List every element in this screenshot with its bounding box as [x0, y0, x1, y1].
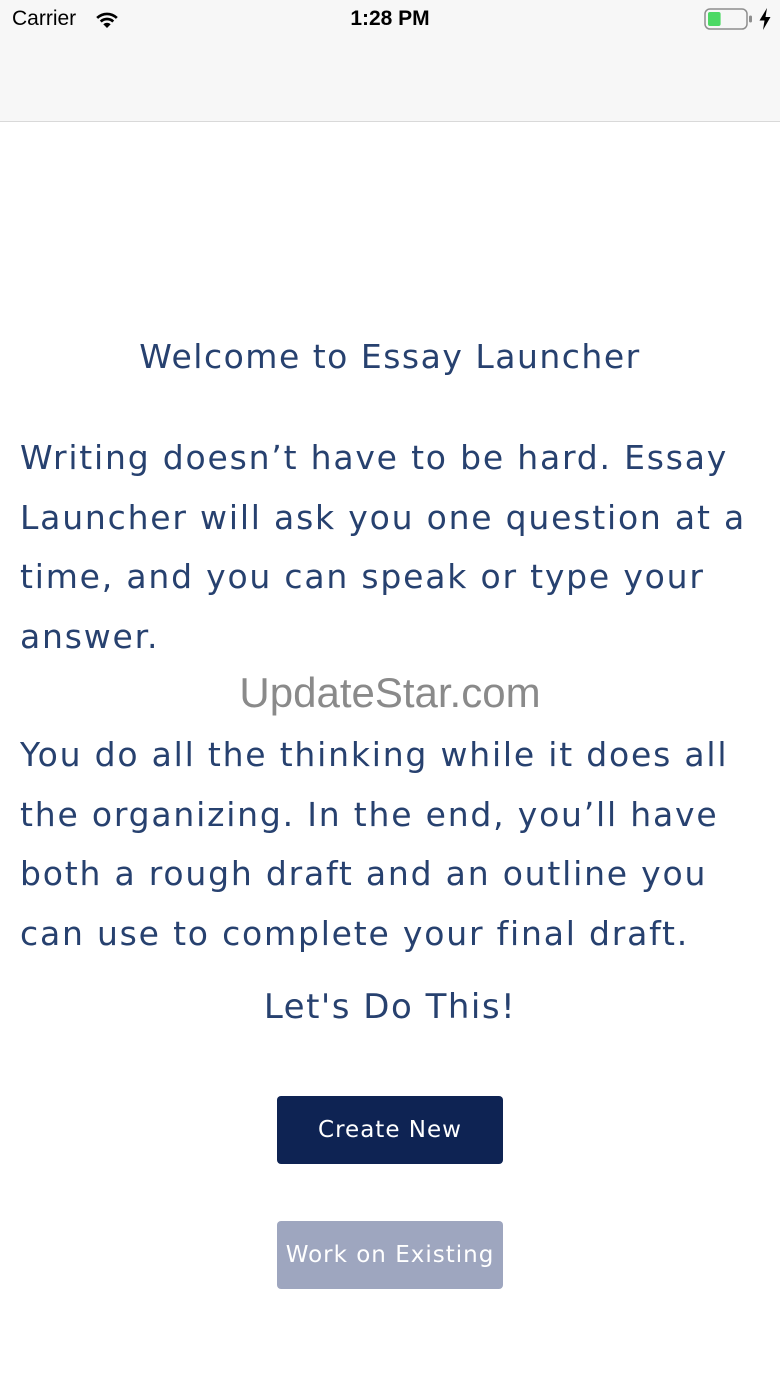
status-time: 1:28 PM: [350, 7, 430, 30]
create-new-button[interactable]: Create New: [277, 1096, 503, 1164]
description-paragraph: You do all the thinking while it does al…: [20, 735, 729, 953]
status-bar: Carrier 1:28 PM: [0, 0, 780, 40]
call-to-action-text: Let's Do This!: [263, 987, 517, 1027]
work-on-existing-button[interactable]: Work on Existing: [277, 1221, 503, 1289]
welcome-title: Welcome to Essay Launcher: [139, 337, 641, 376]
battery-icon: [704, 8, 752, 30]
charging-icon: [759, 8, 771, 30]
watermark-text: UpdateStar.com: [239, 669, 541, 716]
navigation-bar: [0, 40, 780, 122]
intro-paragraph: Writing doesn’t have to be hard. Essay L…: [20, 438, 747, 656]
